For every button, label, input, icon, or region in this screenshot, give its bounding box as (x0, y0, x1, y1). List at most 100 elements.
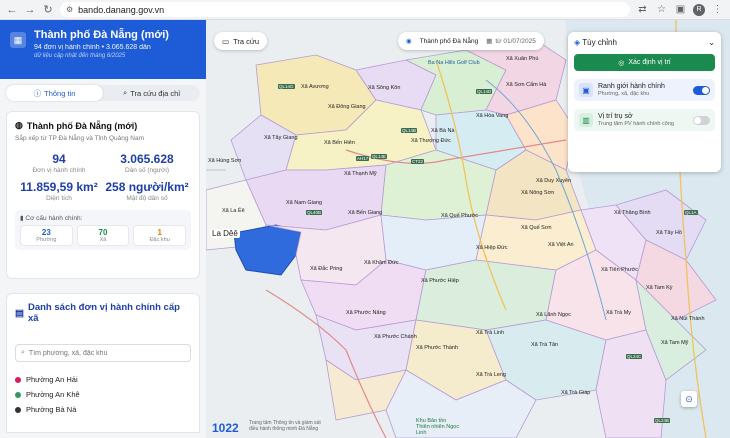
stat-units: 94 Đơn vị hành chính (15, 152, 103, 174)
office-toggle[interactable] (693, 115, 710, 125)
stat-value: 3.065.628 (120, 152, 174, 166)
list-card-title: Danh sách đơn vị hành chính cấp xã (27, 302, 180, 324)
region-label: Xã Nông Sơn (521, 190, 555, 196)
region-label: Xã Tiên Phước (601, 267, 638, 273)
option-admin-boundary[interactable]: ▣ Ranh giới hành chính Phường, xã, đặc k… (574, 79, 715, 101)
stat-value: 94 (52, 152, 66, 166)
back-icon[interactable]: ← (6, 4, 18, 16)
map-list-icon: ▤ (15, 307, 24, 319)
color-dot (15, 391, 21, 398)
menu-dots-icon[interactable]: ⋮ (711, 4, 724, 15)
boundary-toggle[interactable] (693, 85, 710, 95)
region-label: Xã Sông Kôn (368, 85, 401, 91)
boundary-icon: ▣ (579, 83, 593, 97)
region-label: Xã Lãnh Ngọc (536, 312, 571, 318)
browser-toolbar: ← → ↻ ⚙ bando.danang.gov.vn ⇄ ☆ ▣ R ⋮ (0, 0, 730, 20)
list-item[interactable]: Phường Bà Nà (15, 402, 191, 417)
location-pin-icon: ◉ (406, 38, 412, 45)
road-badge: QL1A (684, 210, 698, 215)
structure-title: Cơ cấu hành chính: (25, 215, 83, 222)
region-label: Xã Đắc Pring (310, 266, 343, 272)
locate-me-button[interactable]: ◎ Xác định vị trí (574, 54, 715, 71)
recenter-button[interactable]: ⊙ (681, 391, 697, 407)
poi-label: Khu Bảo tồn Thiên nhiên Ngọc Linh (416, 418, 460, 436)
region-label: Xã Trà Leng (476, 372, 506, 378)
region-label: Xã Tam Kỳ (646, 285, 673, 291)
city-subtitle: 94 đơn vị hành chính • 3.065.628 dân (34, 44, 151, 51)
crosshair-icon: ◎ (618, 59, 625, 67)
region-label: Xã Khâm Đức (364, 260, 399, 266)
locate-button-label: Xác định vị trí (628, 59, 671, 66)
reload-icon[interactable]: ↻ (42, 3, 54, 16)
city-info-card: ◍ Thành phố Đà Nẵng (mới) Sắp xếp từ TP Đ… (6, 111, 200, 279)
unit-list-card: ▤Danh sách đơn vị hành chính cấp xã ⌕ Ph… (6, 293, 200, 433)
admin-structure: ▮ Cơ cấu hành chính: 23 Phường 70 Xã 1 Đặc … (15, 210, 191, 250)
unit-search: ⌕ (15, 344, 191, 362)
map-view[interactable]: Xã Avương Xã Sông Kôn Xã Đông Giang Xã T… (206, 20, 730, 438)
region-label: Xã Phước Năng (346, 310, 386, 316)
search-lookup-button[interactable]: ▭ Tra cứu (214, 32, 268, 50)
region-label: Xã Thạnh Mỹ (344, 171, 377, 177)
footer-note-line: điều hành thông minh Đà Nẵng (249, 426, 319, 432)
region-label: Xã Hùng Sơn (208, 158, 242, 164)
color-dot (15, 376, 21, 383)
calendar-icon: ▦ (486, 38, 493, 45)
region-label: Xã Núi Thành (671, 316, 705, 322)
structure-kind: Phường (36, 237, 57, 243)
structure-count: 1 (157, 228, 162, 237)
tab-info-label: Thông tin (44, 88, 76, 98)
globe-icon: ◍ (15, 120, 23, 130)
structure-wards: 23 Phường (20, 225, 73, 246)
unit-search-input[interactable] (28, 349, 185, 357)
road-badge: QL24B (654, 418, 671, 423)
footer-note: Trang tâm Thông tin và giám sát điều hàn… (249, 420, 321, 432)
collapse-chevron-icon[interactable]: ⌄ (708, 38, 715, 47)
road-badge: CT22 (411, 159, 425, 164)
color-dot (15, 406, 21, 413)
address-bar[interactable]: ⚙ bando.danang.gov.vn (60, 2, 630, 17)
search-icon: ⌕ (123, 88, 128, 97)
region-label: Xã Quế Phước (441, 213, 478, 219)
ward-name: Phường An Hải (26, 375, 78, 384)
logo-1022: 1022 (212, 421, 239, 435)
region-label: Xã Nam Giang (286, 200, 323, 206)
road-badge: QL24C (626, 354, 643, 359)
translate-icon[interactable]: ⇄ (636, 4, 649, 15)
extensions-icon[interactable]: ▣ (674, 4, 687, 15)
stat-area: 11.859,59 km² Diện tích (15, 180, 103, 202)
panel-toggle-icon: ▭ (222, 36, 230, 46)
stat-label: Đơn vị hành chính (32, 167, 86, 174)
info-card-description: Sắp xếp từ TP Đà Nẵng và Tỉnh Quảng Nam (15, 135, 145, 142)
ward-name: Phường Bà Nà (26, 405, 77, 414)
road-badge: AH17 (356, 156, 370, 161)
profile-avatar[interactable]: R (693, 3, 705, 16)
tab-info[interactable]: ⓘ Thông tin (6, 85, 103, 101)
list-item[interactable]: Phường An Hải (15, 372, 191, 387)
settings-panel: ◈ Tùy chỉnh ⌄ ◎ Xác định vị trí ▣ Ranh g… (568, 32, 721, 172)
region-label: Xã Trà Giáp (561, 390, 591, 396)
region-label: Xã Bà Nà (431, 128, 455, 134)
forward-icon[interactable]: → (24, 4, 36, 16)
structure-special-zone: 1 Đặc khu (133, 225, 187, 246)
building-icon: ▥ (579, 113, 593, 127)
road-badge: QL14B (401, 128, 418, 133)
region-label: Xã Phước Hiệp (421, 278, 459, 284)
location-pill[interactable]: ◉ Thành phố Đà Nẵng ▦ từ 01/07/2025 (398, 32, 544, 50)
structure-count: 23 (41, 228, 51, 237)
stat-label: Mật độ dân số (126, 195, 168, 202)
structure-communes: 70 Xã (76, 225, 130, 246)
road-badge: QL14E (371, 154, 388, 159)
region-label: Xã Xuân Phú (506, 56, 539, 62)
bookmark-star-icon[interactable]: ☆ (655, 4, 668, 15)
site-info-icon[interactable]: ⚙ (66, 5, 73, 14)
stat-label: Dân số (người) (124, 167, 170, 174)
tab-address-lookup[interactable]: ⌕ Tra cứu địa chỉ (103, 85, 200, 101)
option-desc: Phường, xã, đặc khu (598, 91, 650, 97)
region-label: Xã Quế Sơn (521, 225, 552, 231)
structure-kind: Đặc khu (149, 237, 170, 243)
option-office-location[interactable]: ▥ Vị trí trụ sở Trung tâm PV hành chính … (574, 109, 715, 131)
country-label: La Dêê (210, 229, 240, 238)
list-item[interactable]: Phường An Khê (15, 387, 191, 402)
region-label: Xã Phước Thành (416, 345, 459, 351)
region-label: Xã Bến Giang (348, 210, 383, 216)
